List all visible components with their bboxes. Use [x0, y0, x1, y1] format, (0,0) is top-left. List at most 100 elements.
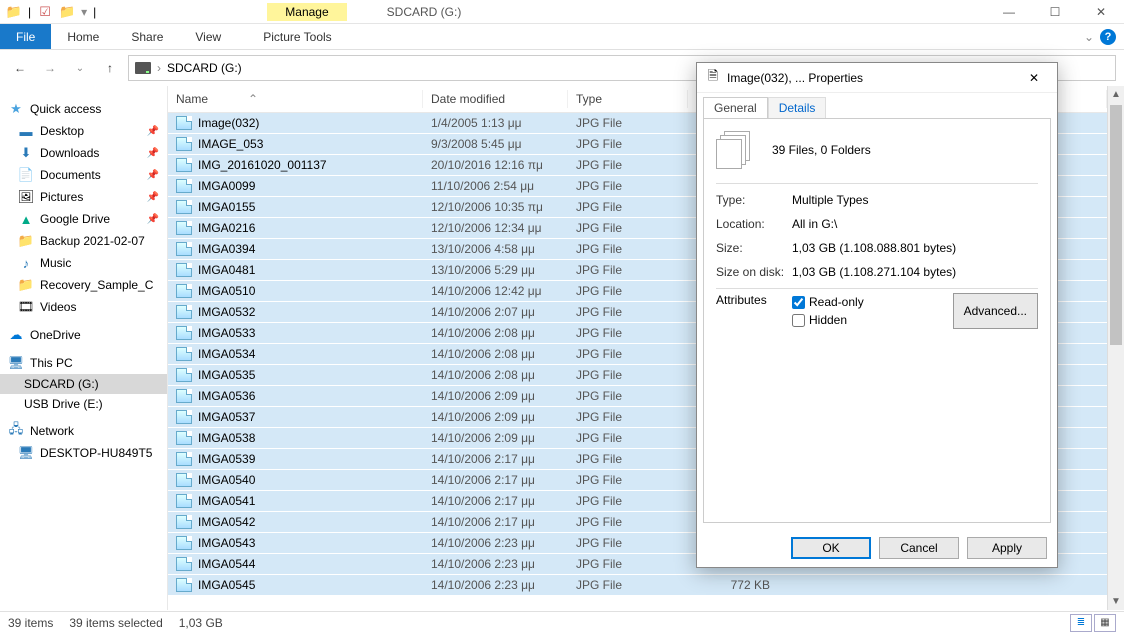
cancel-button[interactable]: Cancel: [879, 537, 959, 559]
jpg-file-icon: [176, 410, 192, 424]
sidebar-item-backup[interactable]: 📁Backup 2021-02-07: [0, 230, 167, 252]
file-type: JPG File: [568, 368, 688, 382]
view-details-button[interactable]: ≣: [1070, 614, 1092, 632]
tab-details[interactable]: Details: [768, 97, 827, 118]
scroll-thumb[interactable]: [1110, 105, 1122, 345]
file-type: JPG File: [568, 137, 688, 151]
sidebar-item-google-drive[interactable]: ▲Google Drive📌: [0, 208, 167, 230]
sidebar-item-videos[interactable]: 🎞Videos: [0, 296, 167, 318]
up-button[interactable]: ↑: [98, 56, 122, 80]
sidebar-item-sdcard[interactable]: SDCARD (G:): [0, 374, 167, 394]
file-type: JPG File: [568, 473, 688, 487]
title-bar: 📁 | ☑ 📁 ▾ | Manage SDCARD (G:) — ☐ ✕: [0, 0, 1124, 24]
file-name: IMGA0539: [198, 452, 255, 466]
sidebar-item-music[interactable]: ♪Music: [0, 252, 167, 274]
tab-view[interactable]: View: [179, 24, 237, 49]
file-type: JPG File: [568, 347, 688, 361]
pin-icon: 📌: [147, 126, 159, 137]
help-icon[interactable]: ?: [1100, 29, 1116, 45]
file-date: 14/10/2006 2:23 μμ: [423, 578, 568, 592]
file-name: IMGA0543: [198, 536, 255, 550]
star-icon: ★: [8, 101, 24, 117]
scroll-down-button[interactable]: ▼: [1108, 593, 1124, 610]
file-date: 20/10/2016 12:16 πμ: [423, 158, 568, 172]
file-tab[interactable]: File: [0, 24, 51, 49]
address-path[interactable]: SDCARD (G:): [167, 61, 242, 75]
file-type: JPG File: [568, 557, 688, 571]
tab-picture-tools[interactable]: Picture Tools: [247, 24, 347, 49]
apply-button[interactable]: Apply: [967, 537, 1047, 559]
sidebar-item-desktop[interactable]: ▬Desktop📌: [0, 120, 167, 142]
scroll-up-button[interactable]: ▲: [1108, 86, 1124, 103]
sidebar-item-downloads[interactable]: ⬇Downloads📌: [0, 142, 167, 164]
readonly-checkbox[interactable]: [792, 296, 805, 309]
back-button[interactable]: ←: [8, 56, 32, 80]
sidebar-item-recovery[interactable]: 📁Recovery_Sample_C: [0, 274, 167, 296]
close-button[interactable]: ✕: [1078, 0, 1124, 24]
file-type: JPG File: [568, 158, 688, 172]
jpg-file-icon: [176, 452, 192, 466]
recent-dropdown[interactable]: ⌄: [68, 56, 92, 80]
forward-button[interactable]: →: [38, 56, 62, 80]
file-name: IMAGE_053: [198, 137, 263, 151]
column-type[interactable]: Type: [568, 90, 688, 108]
value-location: All in G:\: [792, 217, 837, 231]
file-date: 14/10/2006 2:07 μμ: [423, 305, 568, 319]
file-name: IMG_20161020_001137: [198, 158, 327, 172]
file-name: IMGA0538: [198, 431, 255, 445]
manage-contextual-tab[interactable]: Manage: [267, 3, 346, 21]
label-attributes: Attributes: [716, 293, 792, 329]
onedrive-group[interactable]: ☁OneDrive: [0, 324, 167, 346]
maximize-button[interactable]: ☐: [1032, 0, 1078, 24]
videos-icon: 🎞: [18, 299, 34, 315]
folder-qat-icon[interactable]: 📁: [59, 4, 75, 20]
hidden-checkbox[interactable]: [792, 314, 805, 327]
properties-qat-icon[interactable]: ☑: [37, 4, 53, 20]
tab-general[interactable]: General: [703, 97, 768, 118]
file-type: JPG File: [568, 326, 688, 340]
column-name[interactable]: Name⌃: [168, 90, 423, 108]
file-date: 13/10/2006 4:58 μμ: [423, 242, 568, 256]
qat-dropdown[interactable]: ▾: [81, 5, 87, 19]
sidebar-item-documents[interactable]: 📄Documents📌: [0, 164, 167, 186]
column-date[interactable]: Date modified: [423, 90, 568, 108]
file-type: JPG File: [568, 221, 688, 235]
dialog-close-button[interactable]: ✕: [1019, 71, 1049, 85]
file-type: JPG File: [568, 284, 688, 298]
tab-share[interactable]: Share: [115, 24, 179, 49]
minimize-button[interactable]: —: [986, 0, 1032, 24]
jpg-file-icon: [176, 431, 192, 445]
file-name: IMGA0481: [198, 263, 255, 277]
network-group[interactable]: 🖧Network: [0, 420, 167, 442]
jpg-file-icon: [176, 473, 192, 487]
sidebar-item-usb[interactable]: USB Drive (E:): [0, 394, 167, 414]
status-bar: 39 items 39 items selected 1,03 GB ≣ ▦: [0, 611, 1124, 633]
status-item-count: 39 items: [8, 616, 53, 630]
file-date: 12/10/2006 10:35 πμ: [423, 200, 568, 214]
advanced-button[interactable]: Advanced...: [953, 293, 1038, 329]
file-name: IMGA0540: [198, 473, 255, 487]
file-date: 14/10/2006 2:17 μμ: [423, 473, 568, 487]
view-large-button[interactable]: ▦: [1094, 614, 1116, 632]
label-type: Type:: [716, 193, 792, 207]
vertical-scrollbar[interactable]: ▲ ▼: [1107, 86, 1124, 610]
ribbon-collapse-icon[interactable]: ⌄: [1084, 30, 1094, 44]
sidebar-item-desktop-net[interactable]: 🖥DESKTOP-HU849T5: [0, 442, 167, 464]
jpg-file-icon: [176, 179, 192, 193]
address-chevron[interactable]: ›: [157, 61, 161, 75]
file-stack-icon: [716, 131, 754, 169]
quick-access-group[interactable]: ★Quick access: [0, 98, 167, 120]
sidebar-item-pictures[interactable]: 🖼Pictures📌: [0, 186, 167, 208]
ok-button[interactable]: OK: [791, 537, 871, 559]
properties-dialog: 🗎 Image(032), ... Properties ✕ General D…: [696, 62, 1058, 568]
tab-home[interactable]: Home: [51, 24, 115, 49]
table-row[interactable]: IMGA054514/10/2006 2:23 μμJPG File772 KB: [168, 575, 1107, 596]
thispc-group[interactable]: 🖥This PC: [0, 352, 167, 374]
dialog-title: Image(032), ... Properties: [727, 71, 863, 85]
file-date: 14/10/2006 2:17 μμ: [423, 494, 568, 508]
folder-icon: 📁: [18, 277, 34, 293]
pin-icon: 📌: [147, 148, 159, 159]
file-type: JPG File: [568, 242, 688, 256]
file-type: JPG File: [568, 494, 688, 508]
file-date: 14/10/2006 12:42 μμ: [423, 284, 568, 298]
